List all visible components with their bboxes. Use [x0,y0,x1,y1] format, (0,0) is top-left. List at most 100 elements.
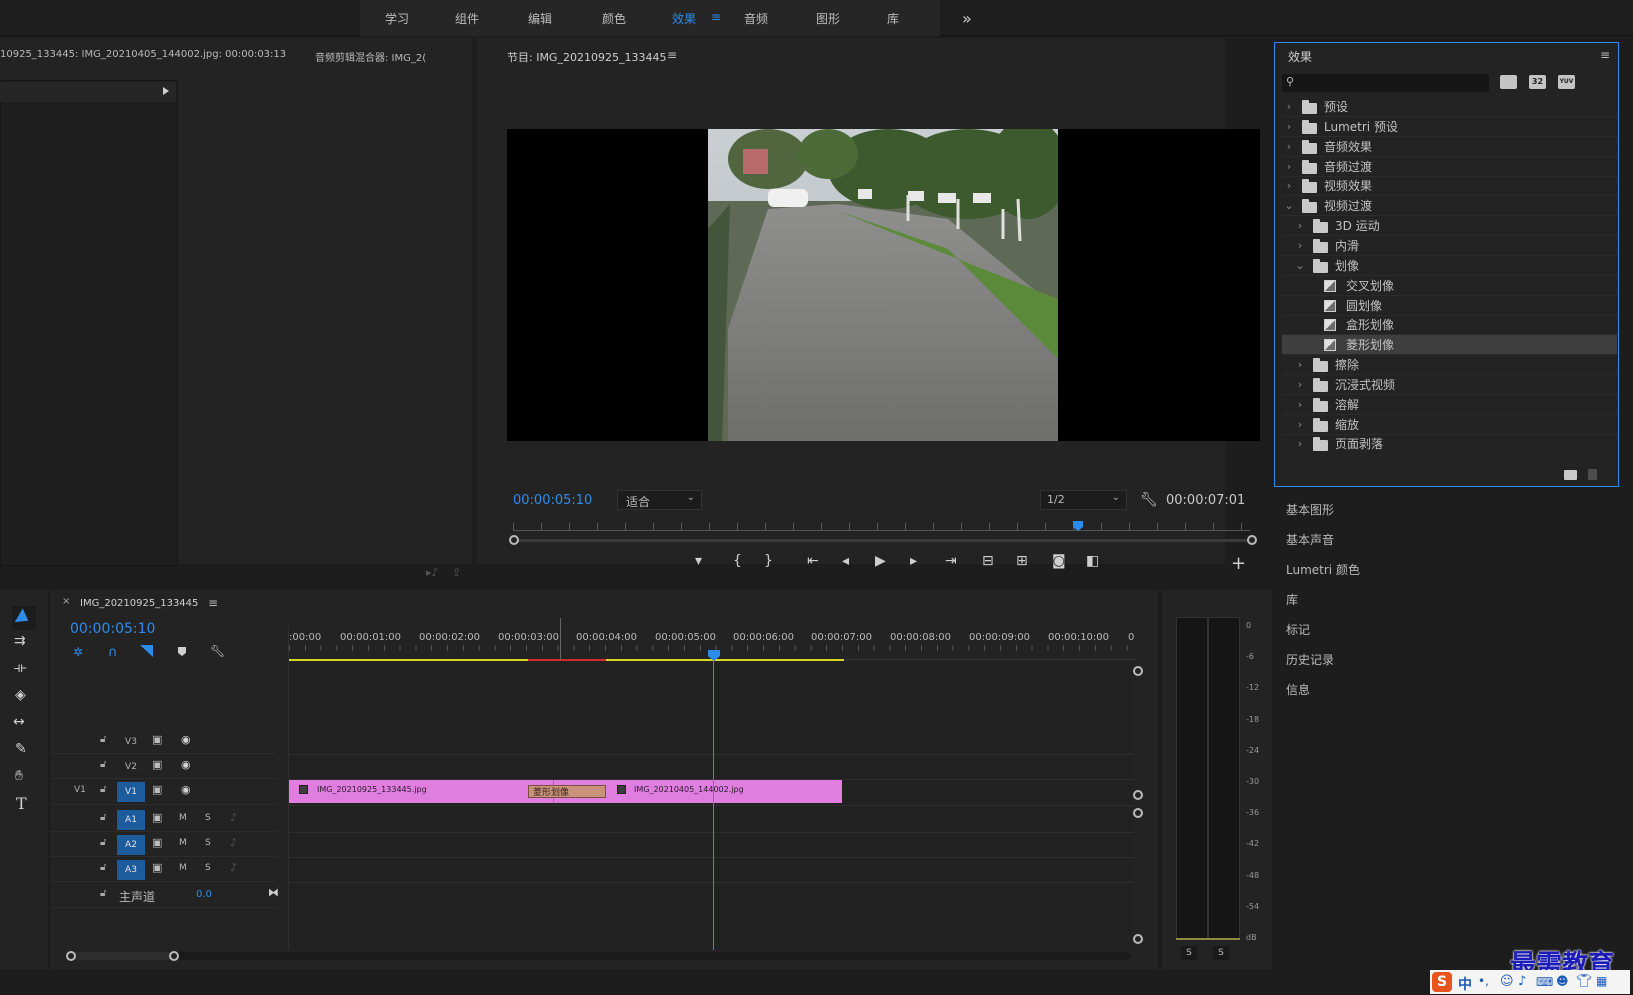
eye-icon[interactable]: ◉ [181,758,191,771]
go-to-out-icon[interactable]: ⇥ [945,553,957,569]
v-scroll-mid-handle-1[interactable] [1133,790,1143,800]
sogou-logo-icon[interactable]: S [1432,972,1452,992]
effect-folder[interactable]: › 缩放 [1282,415,1617,435]
lock-icon[interactable]: 🔓︎ [100,812,106,823]
timeline-menu-icon[interactable]: ≡ [208,596,218,610]
track-target-toggle[interactable]: A1 [117,810,145,830]
chevron-right-icon[interactable]: › [1295,236,1305,256]
clip-v1-first[interactable]: IMG_20210925_133445.jpg [289,780,554,803]
effect-folder[interactable]: › 视频效果 [1282,176,1617,197]
resolution-dropdown[interactable]: 1/2 ⌄ [1040,490,1127,510]
chevron-right-icon[interactable]: › [1295,355,1305,375]
skin-icon[interactable]: 👕︎ [1576,974,1593,989]
side-panel-tab[interactable]: 历史记录 [1280,645,1610,673]
export-frame-camera-icon[interactable]: ◙ [1052,553,1066,569]
effect-folder[interactable]: › 沉浸式视频 [1282,375,1617,395]
h-scrollbar-track[interactable] [70,952,1130,960]
chevron-right-icon[interactable]: › [1284,97,1294,117]
yuv-effects-icon[interactable]: YUV [1558,75,1575,89]
workspace-tab[interactable]: 音频 [744,10,768,27]
h-scroll-right-handle[interactable] [169,951,179,961]
timeline-timecode[interactable]: 00:00:05:10 [70,621,155,637]
step-forward-icon[interactable]: ▸ [910,553,917,569]
source-patch[interactable]: V1 [74,785,86,795]
mute-button[interactable]: M [179,838,187,848]
effect-item[interactable]: 交叉划像 [1282,276,1617,296]
chevron-right-icon[interactable]: › [1295,216,1305,236]
mark-out-icon[interactable]: } [764,553,773,569]
track-target-toggle[interactable]: V1 [117,782,145,802]
workspace-tab[interactable]: 学习 [385,10,409,27]
pen-tool-icon[interactable]: ✎ [15,741,27,757]
new-bin-icon[interactable] [1564,470,1577,480]
v-scroll-mid-handle-2[interactable] [1133,808,1143,818]
film-icon[interactable]: ▣ [152,733,162,746]
effect-folder[interactable]: ⌄ 划像 [1282,256,1617,276]
effect-item[interactable]: 菱形划像 [1282,335,1617,356]
lock-icon[interactable]: 🔓︎ [100,759,106,770]
side-panel-tab[interactable]: 库 [1280,585,1610,613]
mute-button[interactable]: M [179,863,187,873]
effects-title[interactable]: 效果 [1288,48,1312,65]
chevron-right-icon[interactable]: › [1295,375,1305,395]
sync-lock-icon[interactable]: ▣ [152,861,162,874]
v-scroll-bottom-handle[interactable] [1133,934,1143,944]
effect-folder[interactable]: › 预设 [1282,97,1617,117]
microphone-icon[interactable]: ♪ [230,811,237,824]
chevron-right-icon[interactable]: › [1295,395,1305,415]
track-lane[interactable] [289,832,1134,833]
track-target-toggle[interactable]: A2 [117,835,145,855]
snap-magnet-icon[interactable]: ∩ [108,645,118,660]
hand-tool-icon[interactable]: ✋︎ [15,768,23,784]
workspace-more-button[interactable]: » [962,9,972,28]
chevron-down-icon[interactable]: ⌄ [1284,196,1294,216]
effect-folder[interactable]: › Lumetri 预设 [1282,117,1617,137]
effect-folder[interactable]: › 内滑 [1282,236,1617,256]
h-scrollbar-thumb[interactable] [70,952,174,960]
scrub-start-handle[interactable] [509,535,519,545]
track-lane[interactable] [289,805,1134,806]
nest-icon[interactable]: ✲ [73,645,83,659]
effects-search-input[interactable] [1300,75,1485,91]
eye-icon[interactable]: ◉ [181,783,191,796]
wrench-icon[interactable]: 🔧︎ [1140,492,1158,508]
timeline-title[interactable]: IMG_20210925_133445 [80,598,198,609]
effect-folder[interactable]: › 溶解 [1282,395,1617,415]
effect-folder[interactable]: ⌄ 视频过渡 [1282,196,1617,217]
workspace-menu-icon[interactable]: ≡ [711,10,721,24]
chevron-right-icon[interactable]: › [1284,176,1294,196]
extract-icon[interactable]: ⊞ [1016,553,1028,569]
effect-folder[interactable]: › 3D 运动 [1282,216,1617,237]
workspace-tab[interactable]: 组件 [455,10,479,27]
track-lane[interactable] [289,857,1134,858]
program-title[interactable]: 节目: IMG_20210925_133445 [507,49,666,65]
effect-item[interactable]: 圆划像 [1282,296,1617,316]
lock-icon[interactable]: 🔓︎ [100,837,106,848]
workspace-tab[interactable]: 库 [887,10,899,27]
add-marker-icon[interactable]: ▾ [695,553,702,569]
workspace-tab[interactable]: 颜色 [602,10,626,27]
mark-in-icon[interactable]: { [733,553,742,569]
effect-folder[interactable]: › 页面剥落 [1282,434,1617,454]
chevron-right-icon[interactable]: › [1295,415,1305,435]
master-volume-value[interactable]: 0.0 [196,889,212,900]
h-scroll-left-handle[interactable] [66,951,76,961]
export-icon[interactable]: ⇪ [452,566,461,579]
solo-button[interactable]: S [205,863,211,873]
workspace-tab[interactable]: 图形 [816,10,840,27]
solo-right-button[interactable]: S [1213,946,1229,960]
effects-search-field[interactable]: ⚲ [1282,74,1489,92]
ripple-edit-tool-icon[interactable]: ⟛ [14,660,27,676]
chevron-down-icon[interactable]: ⌄ [1295,256,1305,276]
solo-button[interactable]: S [205,838,211,848]
transition-diamond-wipe[interactable]: 菱形划像 [528,785,606,798]
32bit-effects-icon[interactable]: 32 [1529,75,1546,89]
track-target-toggle[interactable]: V3 [117,732,145,752]
film-icon[interactable]: ▣ [152,783,162,796]
master-skip-icon[interactable]: ⧓ [268,886,279,899]
toolbox-icon[interactable]: ▦ [1596,974,1607,988]
mute-button[interactable]: M [179,813,187,823]
scrub-end-handle[interactable] [1247,535,1257,545]
lock-icon[interactable]: 🔓︎ [100,784,106,795]
sync-lock-icon[interactable]: ▣ [152,811,162,824]
